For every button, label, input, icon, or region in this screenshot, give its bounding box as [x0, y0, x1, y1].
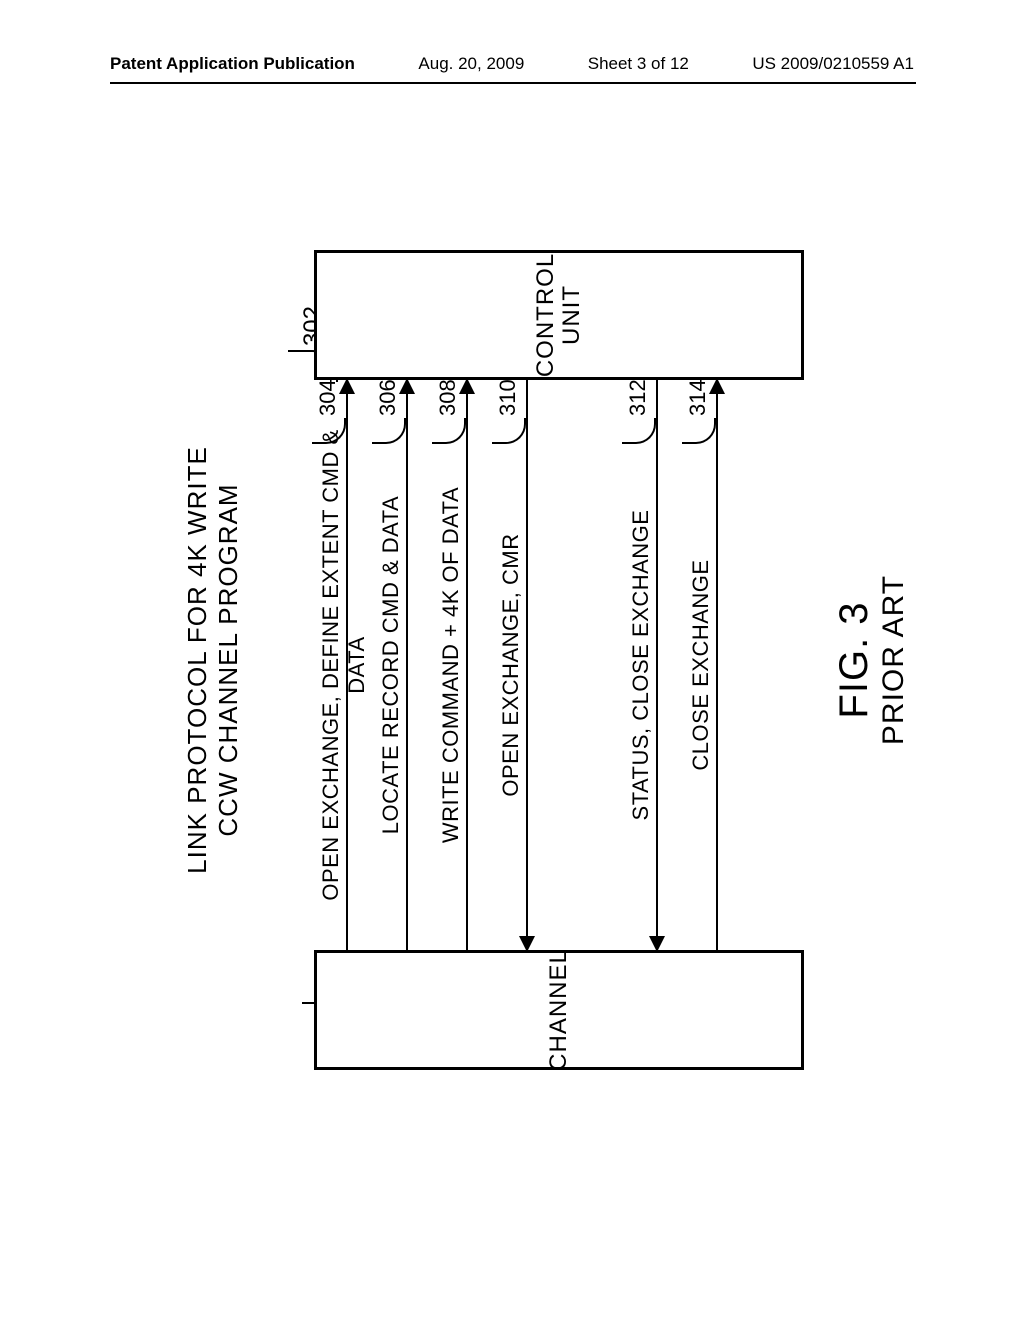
arrow-label-310: OPEN EXCHANGE, CMR: [498, 420, 524, 910]
arrow-label-304: OPEN EXCHANGE, DEFINE EXTENT CMD & DATA: [318, 420, 370, 910]
figure-inner: LINK PROTOCOL FOR 4K WRITE CCW CHANNEL P…: [172, 250, 852, 1070]
ref-310-text: 310: [495, 379, 520, 416]
arrow-label-308: WRITE COMMAND + 4K OF DATA: [438, 420, 464, 910]
control-unit-label-l2: UNIT: [558, 285, 585, 345]
channel-box: CHANNEL: [314, 950, 804, 1070]
channel-label: CHANNEL: [545, 949, 573, 1071]
arrow-310: [526, 380, 528, 950]
leader-line-icon: [372, 418, 406, 444]
figure-title: LINK PROTOCOL FOR 4K WRITE CCW CHANNEL P…: [182, 250, 244, 1070]
protocol-diagram: 300 302 CHANNEL CONTROL UNIT OPEN EXCHAN…: [254, 250, 814, 1070]
leader-line-icon: [492, 418, 526, 444]
ref-304: 304: [312, 379, 346, 444]
figure-title-line1: LINK PROTOCOL FOR 4K WRITE: [182, 250, 213, 1070]
header-date: Aug. 20, 2009: [418, 54, 524, 74]
arrow-314: [716, 380, 718, 950]
leader-line-icon: [622, 418, 656, 444]
arrow-label-314: CLOSE EXCHANGE: [688, 420, 714, 910]
header-sheet: Sheet 3 of 12: [588, 54, 689, 74]
ref-308-text: 308: [435, 379, 460, 416]
control-unit-label-l1: CONTROL: [532, 253, 559, 377]
header-rule: [110, 82, 916, 84]
ref-306: 306: [372, 379, 406, 444]
ref-314-text: 314: [685, 379, 710, 416]
figure-number: FIG. 3: [832, 250, 877, 1070]
arrow-312: [656, 380, 658, 950]
figure-prior-art: PRIOR ART: [877, 250, 911, 1070]
arrow-306: [406, 380, 408, 950]
arrow-label-312: STATUS, CLOSE EXCHANGE: [628, 420, 654, 910]
ref-308: 308: [432, 379, 466, 444]
control-unit-label: CONTROL UNIT: [533, 253, 586, 377]
figure-caption: FIG. 3 PRIOR ART: [832, 250, 911, 1070]
header-left: Patent Application Publication: [110, 54, 355, 74]
figure-3: LINK PROTOCOL FOR 4K WRITE CCW CHANNEL P…: [102, 148, 922, 1172]
ref-312: 312: [622, 379, 656, 444]
ref-304-text: 304: [315, 379, 340, 416]
leader-line-icon: [432, 418, 466, 444]
ref-310: 310: [492, 379, 526, 444]
leader-line-icon: [312, 418, 346, 444]
ref-306-text: 306: [375, 379, 400, 416]
arrow-label-306: LOCATE RECORD CMD & DATA: [378, 420, 404, 910]
header-pubno: US 2009/0210559 A1: [752, 54, 914, 74]
page-header: Patent Application Publication Aug. 20, …: [0, 54, 1024, 74]
ref-312-text: 312: [625, 379, 650, 416]
ref-314: 314: [682, 379, 716, 444]
arrow-308: [466, 380, 468, 950]
leader-line-icon: [682, 418, 716, 444]
control-unit-box: CONTROL UNIT: [314, 250, 804, 380]
figure-title-line2: CCW CHANNEL PROGRAM: [213, 250, 244, 1070]
